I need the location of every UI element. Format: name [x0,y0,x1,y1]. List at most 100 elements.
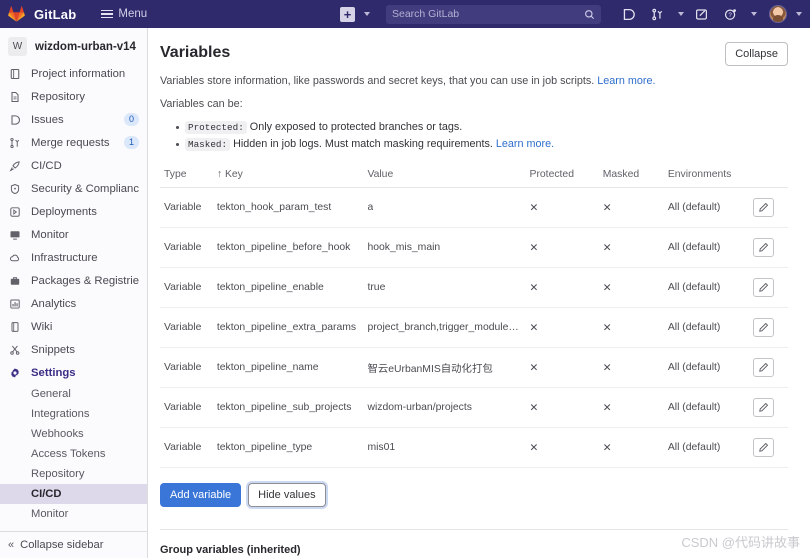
sidebar-item-infrastructure[interactable]: Infrastructure [0,246,147,269]
cell-type: Variable [160,267,213,308]
edit-variable-button[interactable] [753,318,775,337]
todos-edit-icon[interactable] [693,6,710,23]
sidebar-subitem-repository[interactable]: Repository [0,464,147,484]
table-header-row: Type ↑ Key Value Protected Masked Enviro… [160,169,788,188]
cell-key: tekton_pipeline_before_hook [212,227,364,268]
collapse-sidebar-button[interactable]: « Collapse sidebar [0,531,147,558]
chevron-down-icon[interactable] [751,12,757,16]
cell-masked: ✕ [598,227,664,268]
sidebar-item-project-information[interactable]: Project information [0,62,147,85]
variables-table-body: Variable tekton_hook_param_test a ✕ ✕ All (de… [160,187,788,468]
rocket-icon [8,159,22,173]
chevron-down-icon[interactable] [364,12,370,16]
sidebar-subitem-general[interactable]: General [0,384,147,404]
sidebar-item-analytics[interactable]: Analytics [0,292,147,315]
cell-type: Variable [160,427,213,468]
sidebar-subitem-monitor[interactable]: Monitor [0,504,147,524]
sidebar-project-header[interactable]: W wizdom-urban-v14 [0,32,147,62]
sidebar-item-security-compliance[interactable]: Security & Compliance [0,177,147,200]
cell-actions [749,227,788,268]
merge-requests-icon[interactable] [649,6,666,23]
cell-value: mis01 [363,427,526,468]
masked-code-badge: Masked: [185,138,231,151]
cell-actions [749,267,788,308]
cell-protected: ✕ [525,307,599,348]
main-menu-button[interactable]: Menu [96,5,152,23]
sidebar-subitem-access-tokens[interactable]: Access Tokens [0,444,147,464]
sidebar-item-repository[interactable]: Repository [0,85,147,108]
edit-variable-button[interactable] [753,278,775,297]
masked-description: Hidden in job logs. Must match masking r… [233,138,493,150]
sidebar-item-label: Settings [31,366,76,379]
edit-variable-button[interactable] [753,358,775,377]
section-divider [160,529,788,530]
search-icon[interactable] [584,9,595,20]
table-row: Variable tekton_pipeline_extra_params proj… [160,307,788,348]
top-navigation-bar: GitLab Menu + ? [0,0,810,28]
chevron-down-icon[interactable] [678,12,684,16]
edit-variable-button[interactable] [753,198,775,217]
cell-protected: ✕ [525,227,599,268]
cell-key: tekton_hook_param_test [212,187,364,228]
cell-value: a [363,187,526,228]
sidebar-subitem-webhooks[interactable]: Webhooks [0,424,147,444]
cell-environments: All (default) [663,427,750,468]
sidebar-item-packages-registries[interactable]: Packages & Registries [0,269,147,292]
sidebar-item-label: Monitor [31,228,69,241]
merge-request-icon [8,136,22,150]
new-item-plus-icon[interactable]: + [340,6,355,22]
package-icon [8,274,22,288]
sidebar-item-snippets[interactable]: Snippets [0,338,147,361]
cell-protected: ✕ [525,267,599,308]
sidebar-scroll-area: W wizdom-urban-v14 Project information R… [0,28,147,531]
cell-actions [749,427,788,468]
svg-text:?: ? [728,12,732,19]
edit-variable-button[interactable] [753,398,775,417]
sidebar-item-label: Wiki [31,320,53,333]
issues-icon [8,113,22,127]
table-row: Variable tekton_pipeline_enable true ✕ ✕ All … [160,267,788,308]
user-avatar[interactable] [769,5,787,23]
sidebar-item-monitor[interactable]: Monitor [0,223,147,246]
main-content: Variables Collapse Variables store infor… [148,28,810,558]
sidebar-subitem-ci-cd[interactable]: CI/CD [0,484,147,504]
learn-more-link[interactable]: Learn more. [597,75,655,87]
cell-environments: All (default) [663,227,750,268]
sidebar-item-label: Project information [31,67,126,80]
cell-value: 智云eUrbanMIS自动化打包 [363,347,526,388]
variable-types-list: Protected: Only exposed to protected bra… [160,119,788,153]
cell-value: true [363,267,526,308]
sidebar-item-deployments[interactable]: Deployments [0,200,147,223]
masking-learn-more-link[interactable]: Learn more. [496,138,554,150]
column-header-masked: Masked [598,169,664,188]
hamburger-icon [101,9,114,19]
hide-values-button[interactable]: Hide values [248,483,326,507]
section-description: Variables store information, like passwo… [160,74,788,89]
sidebar-item-wiki[interactable]: Wiki [0,315,147,338]
project-avatar: W [8,37,27,56]
deploy-icon [8,205,22,219]
edit-variable-button[interactable] [753,238,775,257]
sidebar-item-merge-requests[interactable]: Merge requests 1 [0,131,147,154]
collapse-sidebar-label: Collapse sidebar [20,539,104,551]
sidebar-item-issues[interactable]: Issues 0 [0,108,147,131]
column-header-key[interactable]: ↑ Key [212,169,364,188]
collapse-section-button[interactable]: Collapse [725,42,788,66]
cell-masked: ✕ [598,387,664,428]
cell-masked: ✕ [598,427,664,468]
scissors-icon [8,343,22,357]
brand-name: GitLab [34,6,77,22]
add-variable-button[interactable]: Add variable [160,483,242,507]
global-search-box[interactable] [386,4,601,24]
sidebar-item-settings[interactable]: Settings [0,361,147,384]
chevron-down-icon[interactable] [796,12,802,16]
help-question-icon[interactable]: ? [722,6,739,23]
cell-environments: All (default) [663,267,750,308]
edit-variable-button[interactable] [753,438,775,457]
search-input[interactable] [392,8,584,20]
sidebar-item-ci-cd[interactable]: CI/CD [0,154,147,177]
issues-icon[interactable] [620,6,637,23]
sidebar-subitem-integrations[interactable]: Integrations [0,404,147,424]
list-item-protected: Protected: Only exposed to protected bra… [176,119,788,136]
project-name: wizdom-urban-v14 [35,40,136,53]
